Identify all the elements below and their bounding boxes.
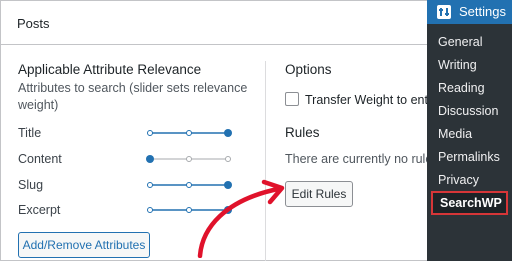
menu-item-permalinks[interactable]: Permalinks [438,150,500,164]
slider-stop [147,130,153,136]
edit-rules-button[interactable]: Edit Rules [285,181,353,207]
slider-stop [186,130,192,136]
rules-heading: Rules [285,125,320,140]
options-heading: Options [285,62,332,77]
settings-menu-header[interactable]: Settings [427,0,512,24]
slider-stop [225,156,231,162]
settings-sliders-icon [437,5,451,19]
attributes-description-line2: weight) [18,98,59,112]
settings-menu: Settings General Writing Reading Discuss… [427,0,512,261]
slider-stop [147,207,153,213]
slider-track-svg [146,155,231,163]
menu-item-searchwp[interactable]: SearchWP [431,191,508,215]
annotation-arrow-icon [197,179,285,258]
add-remove-attributes-button[interactable]: Add/Remove Attributes [18,232,150,258]
panel-title: Posts [17,16,50,31]
slider-handle[interactable] [224,129,232,137]
slider-stop [186,156,192,162]
slider-title[interactable] [147,128,232,138]
transfer-weight-checkbox[interactable] [285,92,299,106]
settings-menu-title: Settings [459,4,506,19]
attribute-label-title: Title [18,126,42,140]
slider-stop [147,182,153,188]
transfer-weight-label: Transfer Weight to entry I [305,93,446,107]
slider-content[interactable] [146,154,231,164]
attribute-label-slug: Slug [18,178,44,192]
rules-empty-text: There are currently no rules f [285,152,446,166]
slider-track-svg [147,129,232,137]
slider-handle[interactable] [146,155,154,163]
attributes-description-line1: Attributes to search (slider sets releva… [18,81,248,95]
attribute-label-content: Content [18,152,62,166]
menu-item-reading[interactable]: Reading [438,81,485,95]
attributes-heading: Applicable Attribute Relevance [18,62,202,77]
attribute-label-excerpt: Excerpt [18,203,61,217]
menu-item-privacy[interactable]: Privacy [438,173,479,187]
menu-item-discussion[interactable]: Discussion [438,104,498,118]
menu-item-media[interactable]: Media [438,127,472,141]
menu-item-general[interactable]: General [438,35,482,49]
menu-item-writing[interactable]: Writing [438,58,477,72]
